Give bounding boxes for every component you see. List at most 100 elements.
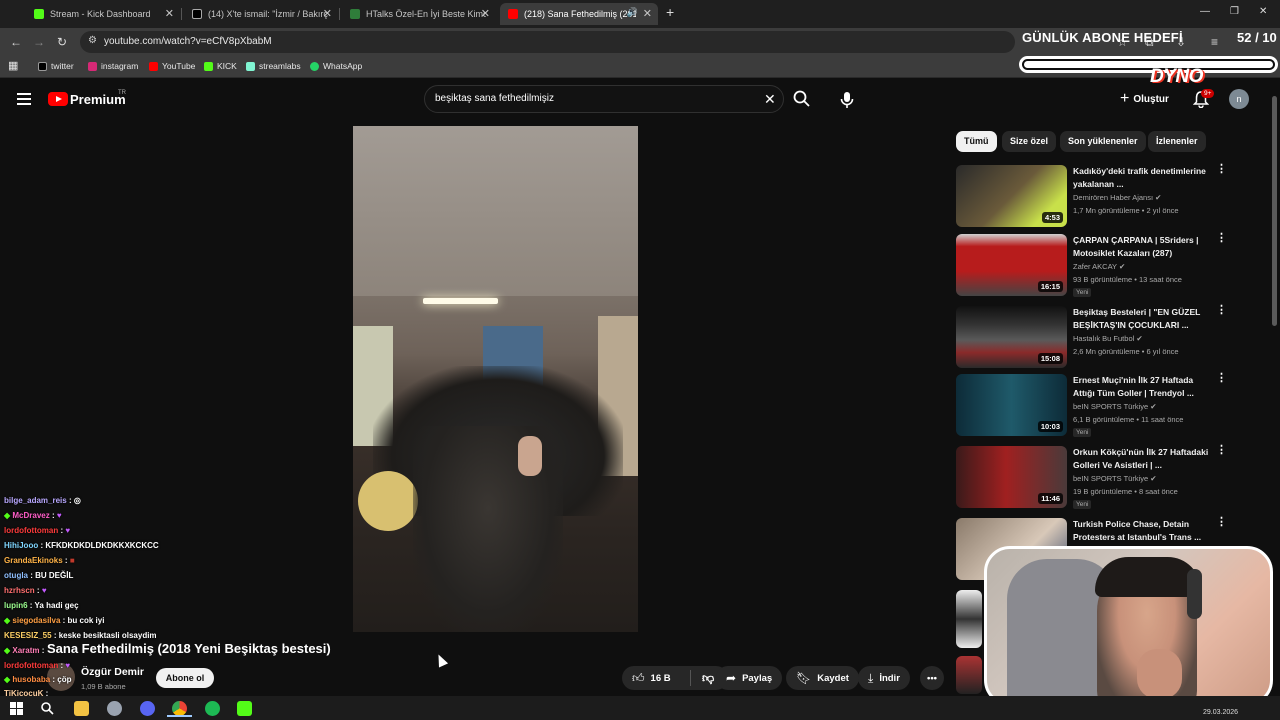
video-thumbnail-partial[interactable]: [956, 590, 982, 648]
video-title[interactable]: Kadıköy'deki trafik denetimlerine yakala…: [1073, 165, 1213, 191]
video-title[interactable]: Orkun Kökçü'nün İlk 27 Haftadaki Golleri…: [1073, 446, 1213, 472]
video-thumbnail[interactable]: 10:03: [956, 374, 1067, 436]
media-controls-icon[interactable]: ≡: [1211, 35, 1218, 49]
bookmark-whatsapp[interactable]: WhatsApp: [310, 61, 362, 71]
chat-username: otugla: [4, 571, 28, 580]
thumbs-up-icon[interactable]: 👍︎: [632, 671, 645, 686]
account-avatar[interactable]: n: [1229, 89, 1249, 109]
video-thumbnail[interactable]: 16:15: [956, 234, 1067, 296]
ceiling-area: [353, 126, 638, 296]
kick-app-icon[interactable]: [237, 701, 252, 716]
more-vertical-icon[interactable]: ⋮: [1216, 373, 1227, 384]
create-button[interactable]: + Oluştur: [1120, 90, 1169, 108]
speaker-icon[interactable]: 🔊: [627, 7, 638, 18]
recommended-video[interactable]: 16:15 ÇARPAN ÇARPANA | 5Sriders | Motosi…: [956, 233, 1256, 300]
minimize-icon[interactable]: —: [1200, 6, 1210, 17]
video-thumbnail[interactable]: 11:46: [956, 446, 1067, 508]
thumbs-down-icon[interactable]: 👎︎: [702, 671, 714, 686]
chat-username: husobaba: [12, 675, 51, 684]
search-box[interactable]: beşiktaş sana fethedilmişiz ✕: [424, 85, 784, 113]
video-title[interactable]: Turkish Police Chase, Detain Protesters …: [1073, 518, 1213, 544]
share-arrow-icon: ➦: [726, 671, 737, 685]
apps-grid-icon[interactable]: ▦: [8, 59, 18, 72]
close-icon[interactable]: ✕: [481, 7, 490, 20]
page-scrollbar[interactable]: [1272, 96, 1277, 326]
channel-subscribers: 1,09 B abone: [81, 682, 126, 691]
chip-watched[interactable]: İzlenenler: [1148, 131, 1206, 152]
tab-htalks[interactable]: HTalks Özel-En İyi Beste Kimde ✕: [342, 3, 496, 25]
search-input[interactable]: beşiktaş sana fethedilmişiz: [435, 93, 554, 104]
active-app-indicator: [167, 715, 192, 717]
chip-recently-uploaded[interactable]: Son yüklenenler: [1060, 131, 1146, 152]
youtube-logo-icon[interactable]: [48, 92, 68, 106]
bookmark-kick[interactable]: KICK: [204, 61, 237, 71]
new-tab-icon[interactable]: +: [666, 4, 674, 20]
window-close-icon[interactable]: ✕: [1259, 6, 1267, 17]
kick-icon: [204, 61, 213, 71]
address-bar[interactable]: ⚙ youtube.com/watch?v=eCfV8pXbabM: [80, 31, 1015, 53]
video-thumbnail-partial[interactable]: [956, 656, 982, 694]
chat-text: : bu cok iyi: [62, 616, 105, 625]
spotify-icon[interactable]: [205, 701, 220, 716]
share-button[interactable]: ➦ Paylaş: [716, 666, 783, 690]
more-vertical-icon[interactable]: ⋮: [1216, 164, 1227, 175]
discord-icon[interactable]: [140, 701, 155, 716]
tab-label: Stream - Kick Dashboard: [50, 9, 151, 19]
search-icon[interactable]: [40, 701, 55, 716]
microphone-icon[interactable]: [834, 87, 860, 113]
video-duration: 15:08: [1037, 353, 1063, 364]
maximize-icon[interactable]: ❐: [1230, 6, 1239, 17]
bookmark-streamlabs[interactable]: streamlabs: [246, 61, 301, 71]
back-arrow-icon[interactable]: ←: [10, 35, 22, 49]
bookmark-instagram[interactable]: instagram: [88, 61, 138, 71]
tab-youtube-video[interactable]: (218) Sana Fethedilmiş (2018 🔊 ✕: [500, 3, 658, 25]
hamburger-menu-icon[interactable]: [17, 93, 31, 105]
windows-taskbar: [0, 696, 1280, 720]
more-vertical-icon[interactable]: ⋮: [1216, 445, 1227, 456]
close-icon[interactable]: ✕: [643, 7, 652, 20]
reload-icon[interactable]: ↻: [57, 35, 67, 49]
more-vertical-icon[interactable]: ⋮: [1216, 233, 1227, 244]
video-title[interactable]: Ernest Muçi'nin İlk 27 Haftada Attığı Tü…: [1073, 374, 1213, 400]
file-explorer-icon[interactable]: [74, 701, 89, 716]
chip-for-you[interactable]: Size özel: [1002, 131, 1057, 152]
recommended-video[interactable]: 10:03 Ernest Muçi'nin İlk 27 Haftada Att…: [956, 373, 1256, 440]
verified-icon: ✔: [1119, 262, 1126, 271]
recommended-video[interactable]: 4:53 Kadıköy'deki trafik denetimlerine y…: [956, 164, 1256, 231]
channel-name[interactable]: Özgür Demir: [81, 666, 144, 678]
subscriber-goal-fill: [1024, 61, 1273, 68]
site-info-icon[interactable]: ⚙: [88, 35, 97, 46]
share-label: Paylaş: [742, 672, 773, 684]
chip-all[interactable]: Tümü: [956, 131, 997, 152]
subscribe-button[interactable]: Abone ol: [156, 668, 214, 688]
close-icon[interactable]: ✕: [323, 7, 332, 20]
bookmark-youtube[interactable]: YouTube: [149, 61, 195, 71]
search-icon[interactable]: [792, 89, 812, 109]
recommended-video[interactable]: 11:46 Orkun Kökçü'nün İlk 27 Haftadaki G…: [956, 445, 1256, 512]
headphones: [1187, 569, 1202, 619]
heart-emote-icon: ♥: [41, 586, 47, 595]
video-thumbnail[interactable]: 15:08: [956, 306, 1067, 368]
video-player[interactable]: [353, 126, 638, 632]
chrome-icon[interactable]: [172, 701, 187, 716]
video-title[interactable]: Beşiktaş Besteleri | "EN GÜZEL BEŞİKTAŞ'…: [1073, 306, 1213, 332]
tab-x-post[interactable]: (14) X'te ismail: "İzmir / Bakırçay" ✕: [184, 3, 338, 25]
more-vertical-icon[interactable]: ⋮: [1216, 305, 1227, 316]
recommended-video[interactable]: 15:08 Beşiktaş Besteleri | "EN GÜZEL BEŞ…: [956, 305, 1256, 372]
like-count[interactable]: 16 B: [651, 673, 671, 684]
download-button[interactable]: ⤓ İndir: [858, 666, 910, 690]
video-meta: 6,1 B görüntüleme • 11 saat önce: [1073, 415, 1184, 424]
video-title[interactable]: ÇARPAN ÇARPANA | 5Sriders | Motosiklet K…: [1073, 234, 1213, 260]
app-icon[interactable]: [107, 701, 122, 716]
windows-start-icon[interactable]: [9, 701, 24, 716]
close-icon[interactable]: ✕: [165, 7, 174, 20]
save-button[interactable]: 🔖︎ Kaydet: [786, 666, 859, 690]
bookmark-twitter[interactable]: twitter: [38, 61, 74, 71]
more-vertical-icon[interactable]: ⋮: [1216, 517, 1227, 528]
forward-arrow-icon[interactable]: →: [33, 35, 45, 49]
more-actions-button[interactable]: •••: [920, 666, 944, 690]
bookmark-label: instagram: [101, 61, 139, 71]
video-thumbnail[interactable]: 4:53: [956, 165, 1067, 227]
tab-kick-dashboard[interactable]: Stream - Kick Dashboard ✕: [26, 3, 180, 25]
clear-search-icon[interactable]: ✕: [764, 91, 776, 108]
